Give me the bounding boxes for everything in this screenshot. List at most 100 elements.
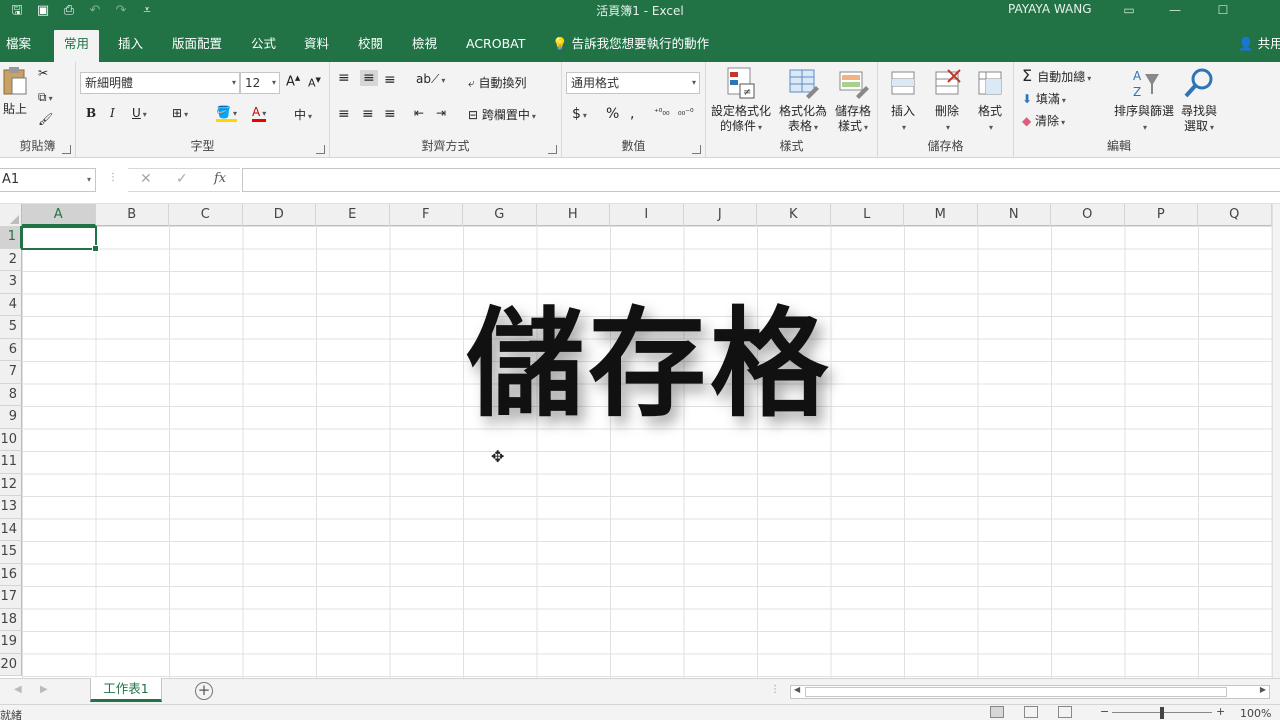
row-header[interactable]: 14 (0, 518, 22, 541)
row-header[interactable]: 17 (0, 586, 22, 609)
conditional-formatting-button[interactable]: ≠ 設定格式化 的條件 ▾ (708, 66, 774, 135)
number-format-combo[interactable]: 通用格式 ▾ (566, 72, 700, 94)
format-painter-icon[interactable]: 🖌 (38, 112, 53, 126)
row-header[interactable]: 2 (0, 248, 22, 271)
row-header[interactable]: 16 (0, 563, 22, 586)
autosum-button[interactable]: Σ 自動加總 ▾ (1022, 66, 1091, 85)
cell-styles-button[interactable]: 儲存格 樣式 ▾ (830, 66, 876, 135)
tab-page-layout[interactable]: 版面配置 (162, 30, 232, 62)
borders-icon[interactable]: ⊞ ▾ (172, 106, 188, 120)
underline-button[interactable]: U ▾ (132, 106, 147, 120)
tab-view[interactable]: 檢視 (402, 30, 447, 62)
comma-icon[interactable]: , (630, 106, 634, 122)
column-header[interactable]: B (96, 204, 169, 226)
font-size-combo[interactable]: 12 ▾ (240, 72, 280, 94)
wrap-text-button[interactable]: ⤶ 自動換列 (468, 74, 527, 91)
tab-data[interactable]: 資料 (294, 30, 339, 62)
column-header[interactable]: O (1051, 204, 1125, 226)
align-bottom-icon[interactable]: ≡ (384, 72, 396, 88)
row-header[interactable]: 18 (0, 608, 22, 631)
column-header[interactable]: M (904, 204, 978, 226)
zoom-in-icon[interactable]: + (1216, 705, 1225, 718)
column-header[interactable]: Q (1198, 204, 1272, 226)
name-box[interactable]: A1 ▾ (0, 168, 96, 192)
sort-filter-button[interactable]: AZ 排序與篩選 ▾ (1112, 66, 1176, 135)
scroll-left-icon[interactable]: ◀ (794, 685, 800, 694)
font-color-icon[interactable]: A ▾ (252, 105, 267, 122)
row-header[interactable]: 1 (0, 226, 22, 249)
row-header[interactable]: 5 (0, 316, 22, 339)
currency-icon[interactable]: $ ▾ (572, 106, 587, 122)
formula-input[interactable] (242, 168, 1280, 192)
column-header[interactable]: I (610, 204, 684, 226)
active-cell[interactable] (21, 226, 99, 252)
phonetic-icon[interactable]: 中 ▾ (294, 106, 312, 123)
ribbon-display-icon[interactable]: ▭ (1114, 1, 1144, 21)
paste-button[interactable]: 貼上 (0, 66, 30, 117)
percent-icon[interactable]: % (606, 106, 619, 122)
vertical-scrollbar[interactable] (1272, 204, 1280, 678)
zoom-slider-knob[interactable] (1160, 707, 1164, 719)
tab-formulas[interactable]: 公式 (241, 30, 286, 62)
scroll-thumb[interactable] (805, 687, 1227, 697)
tab-home[interactable]: 常用 (54, 30, 100, 62)
tab-acrobat[interactable]: ACROBAT (456, 30, 535, 62)
tab-insert[interactable]: 插入 (108, 30, 153, 62)
italic-button[interactable]: I (110, 106, 115, 120)
font-name-combo[interactable]: 新細明體 ▾ (80, 72, 240, 94)
number-launcher-icon[interactable] (692, 145, 701, 154)
align-center-icon[interactable]: ≡ (362, 106, 374, 122)
font-launcher-icon[interactable] (316, 145, 325, 154)
tab-file[interactable]: 檔案 (0, 30, 41, 62)
row-header[interactable]: 6 (0, 338, 22, 361)
fill-button[interactable]: ⬇ 填滿 ▾ (1022, 90, 1066, 107)
insert-function-button[interactable]: fx (214, 171, 226, 186)
increase-font-icon[interactable]: A▲ (286, 74, 300, 89)
clear-button[interactable]: ◆ 清除 ▾ (1022, 112, 1065, 129)
increase-decimal-icon[interactable]: ⁺⁰₀₀ (654, 108, 670, 118)
row-header[interactable]: 8 (0, 383, 22, 406)
row-header[interactable]: 20 (0, 653, 22, 676)
tab-review[interactable]: 校閱 (348, 30, 393, 62)
cancel-icon[interactable]: ✕ (140, 171, 152, 187)
sheet-prev-icon[interactable]: ◀ (14, 684, 22, 695)
insert-cells-button[interactable]: 插入 ▾ (882, 66, 924, 135)
row-header[interactable]: 3 (0, 271, 22, 294)
alignment-launcher-icon[interactable] (548, 145, 557, 154)
column-header[interactable]: F (390, 204, 463, 226)
select-all-button[interactable] (0, 204, 22, 226)
increase-indent-icon[interactable]: ⇥ (436, 106, 446, 120)
zoom-level[interactable]: 100% (1240, 707, 1271, 720)
page-break-view-icon[interactable] (1058, 706, 1072, 718)
align-right-icon[interactable]: ≡ (384, 106, 396, 122)
find-select-button[interactable]: 尋找與 選取 ▾ (1176, 66, 1222, 135)
row-header[interactable]: 4 (0, 293, 22, 316)
column-header[interactable]: H (537, 204, 610, 226)
maximize-icon[interactable]: ☐ (1208, 1, 1238, 21)
decrease-font-icon[interactable]: A▼ (308, 76, 321, 90)
copy-icon[interactable]: ⧉ ▾ (38, 90, 53, 105)
cut-icon[interactable]: ✂ (38, 66, 48, 80)
row-header[interactable]: 11 (0, 451, 22, 474)
row-header[interactable]: 19 (0, 631, 22, 654)
enter-icon[interactable]: ✓ (176, 171, 188, 187)
column-header[interactable]: A (22, 204, 96, 226)
share-button[interactable]: 👤 共用 (1238, 30, 1280, 58)
normal-view-icon[interactable] (990, 706, 1004, 718)
minimize-icon[interactable]: — (1160, 1, 1190, 21)
column-header[interactable]: K (757, 204, 831, 226)
bold-button[interactable]: B (86, 106, 96, 120)
column-header[interactable]: P (1125, 204, 1198, 226)
merge-center-button[interactable]: ⊟ 跨欄置中 ▾ (468, 106, 536, 123)
format-as-table-button[interactable]: 格式化為 表格 ▾ (776, 66, 830, 135)
align-middle-icon[interactable]: ≡ (360, 70, 378, 86)
formula-bar-grip-icon[interactable]: ⋮ (108, 172, 118, 183)
decrease-indent-icon[interactable]: ⇤ (414, 106, 424, 120)
row-header[interactable]: 9 (0, 406, 22, 429)
decrease-decimal-icon[interactable]: ₀₀⁻⁰ (678, 108, 694, 118)
column-header[interactable]: C (169, 204, 243, 226)
zoom-out-icon[interactable]: − (1100, 705, 1109, 718)
clipboard-launcher-icon[interactable] (62, 145, 71, 154)
tell-me-box[interactable]: 💡 告訴我您想要執行的動作 (552, 30, 709, 58)
format-cells-button[interactable]: 格式 ▾ (970, 66, 1010, 135)
